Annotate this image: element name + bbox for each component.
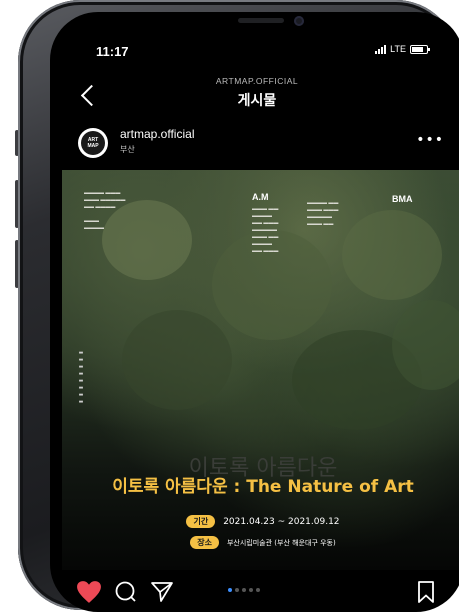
avatar-line2: MAP <box>87 143 99 149</box>
venue-value: 부산시립미술관 (부산 해운대구 우동) <box>226 538 336 547</box>
heart-icon[interactable] <box>76 580 102 604</box>
tree-shape <box>122 310 232 410</box>
front-camera <box>294 16 304 26</box>
carousel-dot <box>242 588 246 592</box>
bookmark-icon[interactable] <box>416 580 436 604</box>
notch <box>198 12 334 40</box>
carousel-dot-active <box>228 588 232 592</box>
signal-icon <box>375 44 387 54</box>
header-account: ARTMAP.OFFICIAL <box>215 76 299 86</box>
poster-logo-right: BMA <box>392 194 413 204</box>
tree-shape <box>342 210 442 300</box>
avatar-logo: ART MAP <box>81 131 105 155</box>
network-type: LTE <box>390 44 406 54</box>
username[interactable]: artmap.official <box>120 127 194 141</box>
battery-icon <box>410 44 430 54</box>
avatar[interactable]: ART MAP <box>78 128 108 158</box>
send-icon[interactable] <box>150 580 174 604</box>
poster-text-block: ▬▬▬▬ ▬▬ ▬▬▬ ▬▬▬ ▬▬▬▬▬ ▬▬▬ ▬▬ <box>307 200 339 227</box>
poster-period-row: 기간 2021.04.23 ~ 2021.09.12 <box>62 515 459 528</box>
status-indicators: LTE <box>375 44 430 54</box>
period-label: 기간 <box>186 515 216 528</box>
poster-vertical-text: ▬▬▬▬▬▬▬▬ <box>78 350 84 406</box>
poster-venue-row: 장소 부산시립미술관 (부산 해운대구 우동) <box>62 536 459 549</box>
carousel-dot <box>249 588 253 592</box>
carousel-dot <box>256 588 260 592</box>
period-value: 2021.04.23 ~ 2021.09.12 <box>223 516 340 527</box>
more-icon[interactable]: ••• <box>416 132 444 148</box>
comment-icon[interactable] <box>114 580 138 604</box>
post-actions <box>50 572 459 612</box>
phone-frame: 11:17 LTE ARTMAP.OFFICIAL 게시물 ART MAP ar… <box>18 0 459 612</box>
status-time: 11:17 <box>96 44 129 59</box>
carousel-dot <box>235 588 239 592</box>
poster-logo-left: A.M <box>252 192 269 202</box>
page-title: 게시물 <box>237 93 277 109</box>
poster-text-block: ▬▬▬▬ ▬▬▬ ▬▬▬ ▬▬▬▬▬ ▬▬ ▬▬▬▬ ▬▬▬ ▬▬▬▬ <box>84 190 126 231</box>
phone-screen: 11:17 LTE ARTMAP.OFFICIAL 게시물 ART MAP ar… <box>50 12 459 612</box>
carousel-indicator <box>228 588 260 592</box>
post-location[interactable]: 부산 <box>120 144 135 155</box>
venue-label: 장소 <box>190 536 219 549</box>
post-image[interactable]: ▬▬▬▬ ▬▬▬ ▬▬▬ ▬▬▬▬▬ ▬▬ ▬▬▬▬ ▬▬▬ ▬▬▬▬ A.M ▬▬▬ … <box>62 170 459 570</box>
poster-title: 이토록 아름다운 : The Nature of Art <box>112 477 414 497</box>
speaker <box>238 18 284 23</box>
poster-text-block: ▬▬▬ ▬▬ ▬▬▬▬ ▬▬ ▬▬▬ ▬▬▬▬▬ ▬▬▬ ▬▬ ▬▬▬▬ ▬▬ ▬▬▬ <box>252 206 279 254</box>
